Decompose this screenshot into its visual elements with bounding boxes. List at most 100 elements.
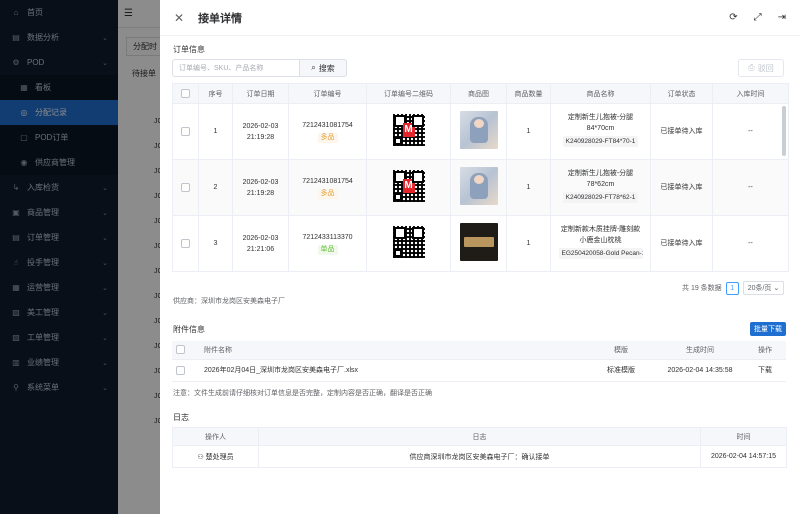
order-type-tag: 多品 xyxy=(317,189,338,199)
log-operator: ⚇ 楚处理员 xyxy=(172,445,259,468)
file-checkbox[interactable] xyxy=(172,359,200,382)
file-note: 注意：文件生成前请仔细核对订单信息是否完整，定制内容是否正确，翻译是否正确 xyxy=(173,390,432,397)
log-column-header: 时间 xyxy=(700,427,787,446)
column-header: 订单状态 xyxy=(650,83,713,104)
table-row[interactable]: 3 2026-02-03 21:21:06 7212433113370 单品 1 定… xyxy=(172,215,789,272)
product-image[interactable] xyxy=(459,166,498,205)
total-count: 共 19 条数据 xyxy=(682,285,722,292)
column-header: 订单编号 xyxy=(288,83,367,104)
order-qrcode: M xyxy=(366,103,451,160)
file-column-header: 操作 xyxy=(744,341,786,360)
order-date: 2026-02-03 21:19:28 xyxy=(232,103,289,160)
product-image-cell xyxy=(450,159,507,216)
close-icon[interactable]: ✕ xyxy=(174,11,184,25)
log-time: 2026-02-04 14:57:15 xyxy=(700,445,787,468)
qrcode-image xyxy=(392,225,425,258)
pagination: 共 19 条数据 1 20条/页 ⌄ xyxy=(682,281,785,295)
column-header: 商品图 xyxy=(450,83,507,104)
file-name: 2026年02月04日_深圳市龙岗区安美森电子厂.xlsx xyxy=(200,359,586,382)
search-button-label: 搜索 xyxy=(318,63,335,73)
product-name: 定制新生儿抱被-分腿 84*70cm K240928029-FT84*70-1 xyxy=(550,103,651,160)
order-table: 序号 订单日期 订单编号 订单编号二维码 商品图 商品数量 商品名称 订单状态 入库时间 1 2… xyxy=(172,83,789,272)
file-time: 2026-02-04 14:35:58 xyxy=(656,359,744,382)
file-row[interactable]: 2026年02月04日_深圳市龙岗区安美森电子厂.xlsx 标准模版 2026-… xyxy=(172,359,786,382)
user-icon: ⚇ xyxy=(197,453,206,461)
inbound-time: -- xyxy=(712,159,789,216)
order-qrcode xyxy=(366,215,451,272)
order-status: 已接单待入库 xyxy=(650,159,713,216)
row-checkbox[interactable] xyxy=(172,103,199,160)
order-date: 2026-02-03 21:19:28 xyxy=(232,159,289,216)
reject-button-label: 驳回 xyxy=(757,63,774,73)
page-1[interactable]: 1 xyxy=(725,281,739,295)
file-template: 标准模版 xyxy=(586,359,656,382)
table-scrollbar[interactable] xyxy=(782,106,786,156)
order-type-tag: 多品 xyxy=(317,133,338,143)
file-select-all-checkbox[interactable] xyxy=(172,341,200,360)
log-column-header: 日志 xyxy=(258,427,701,446)
sku-badge: K240928029-FT84*70-1 xyxy=(562,136,639,147)
product-qty: 1 xyxy=(506,215,551,272)
order-status: 已接单待入库 xyxy=(650,103,713,160)
fullscreen-icon[interactable]: ⤢ xyxy=(754,12,762,23)
qrcode-image: M xyxy=(392,169,425,202)
sku-badge: EG250420058-Gold Pecan-1 xyxy=(558,248,643,259)
page-size-select[interactable]: 20条/页 ⌄ xyxy=(742,281,785,295)
table-row[interactable]: 2 2026-02-03 21:19:28 7212431081754 多品 M 1… xyxy=(172,159,789,216)
reject-icon: ⎙ xyxy=(748,63,755,72)
search-input[interactable]: 订单编号、SKU、产品名称 xyxy=(172,59,300,77)
file-column-header: 生成时间 xyxy=(656,341,744,360)
product-image[interactable] xyxy=(459,110,498,149)
select-all-checkbox[interactable] xyxy=(172,83,199,104)
row-index: 3 xyxy=(198,215,233,272)
log-column-header: 操作人 xyxy=(172,427,259,446)
product-qty: 1 xyxy=(506,159,551,216)
search-icon: ⌕ xyxy=(311,63,316,72)
column-header: 订单日期 xyxy=(232,83,289,104)
order-qrcode: M xyxy=(366,159,451,216)
column-header: 订单编号二维码 xyxy=(366,83,451,104)
batch-download-button[interactable]: 批量下载 xyxy=(750,322,786,336)
file-column-header: 附件名称 xyxy=(200,341,586,360)
column-header: 商品数量 xyxy=(506,83,551,104)
drawer-title: 接单详情 xyxy=(198,12,243,25)
order-type-tag: 单品 xyxy=(317,245,338,255)
column-header: 序号 xyxy=(198,83,233,104)
product-image-cell xyxy=(450,103,507,160)
row-checkbox[interactable] xyxy=(172,215,199,272)
attachment-table: 附件名称 模版 生成时间 操作 2026年02月04日_深圳市龙岗区安美森电子厂.xl… xyxy=(172,341,786,382)
download-link[interactable]: 下载 xyxy=(744,359,786,382)
row-checkbox[interactable] xyxy=(172,159,199,216)
order-number: 7212433113370 单品 xyxy=(288,215,367,272)
row-index: 1 xyxy=(198,103,233,160)
product-image-cell xyxy=(450,215,507,272)
row-index: 2 xyxy=(198,159,233,216)
product-image[interactable] xyxy=(459,222,498,261)
log-text: 供应商深圳市龙岗区安美森电子厂：确认接单 xyxy=(258,445,701,468)
order-status: 已接单待入库 xyxy=(650,215,713,272)
order-section-title: 订单信息 xyxy=(173,45,205,54)
file-column-header: 模版 xyxy=(586,341,656,360)
table-row[interactable]: 1 2026-02-03 21:19:28 7212431081754 多品 M 1… xyxy=(172,103,789,160)
log-table: 操作人 日志 时间 ⚇ 楚处理员 供应商深圳市龙岗区安美森电子厂：确认接单 2026… xyxy=(172,427,787,468)
order-date: 2026-02-03 21:21:06 xyxy=(232,215,289,272)
inbound-time: -- xyxy=(712,215,789,272)
qrcode-image: M xyxy=(392,113,425,146)
product-name: 定制新生儿抱被-分腿 78*62cm K240928029-FT78*62-1 xyxy=(550,159,651,216)
refresh-icon[interactable]: ⟳ xyxy=(729,12,737,23)
supplier-label: 供应商：深圳市龙岗区安美森电子厂 xyxy=(173,298,285,305)
order-number: 7212431081754 多品 xyxy=(288,159,367,216)
inbound-time: -- xyxy=(712,103,789,160)
collapse-right-icon[interactable]: ⇥ xyxy=(778,12,786,23)
column-header: 商品名称 xyxy=(550,83,651,104)
reject-button[interactable]: ⎙ 驳回 xyxy=(738,59,784,77)
attach-section-title: 附件信息 xyxy=(173,325,205,334)
log-row: ⚇ 楚处理员 供应商深圳市龙岗区安美森电子厂：确认接单 2026-02-04 1… xyxy=(172,445,787,468)
sku-badge: K240928029-FT78*62-1 xyxy=(562,192,639,203)
column-header: 入库时间 xyxy=(712,83,789,104)
product-qty: 1 xyxy=(506,103,551,160)
product-name: 定制新款木质挂牌-雕刻款 小鹿金山枕桃 EG250420058-Gold Pecan… xyxy=(550,215,651,272)
log-section-title: 日志 xyxy=(173,413,189,422)
search-button[interactable]: ⌕ 搜索 xyxy=(299,59,347,77)
order-number: 7212431081754 多品 xyxy=(288,103,367,160)
